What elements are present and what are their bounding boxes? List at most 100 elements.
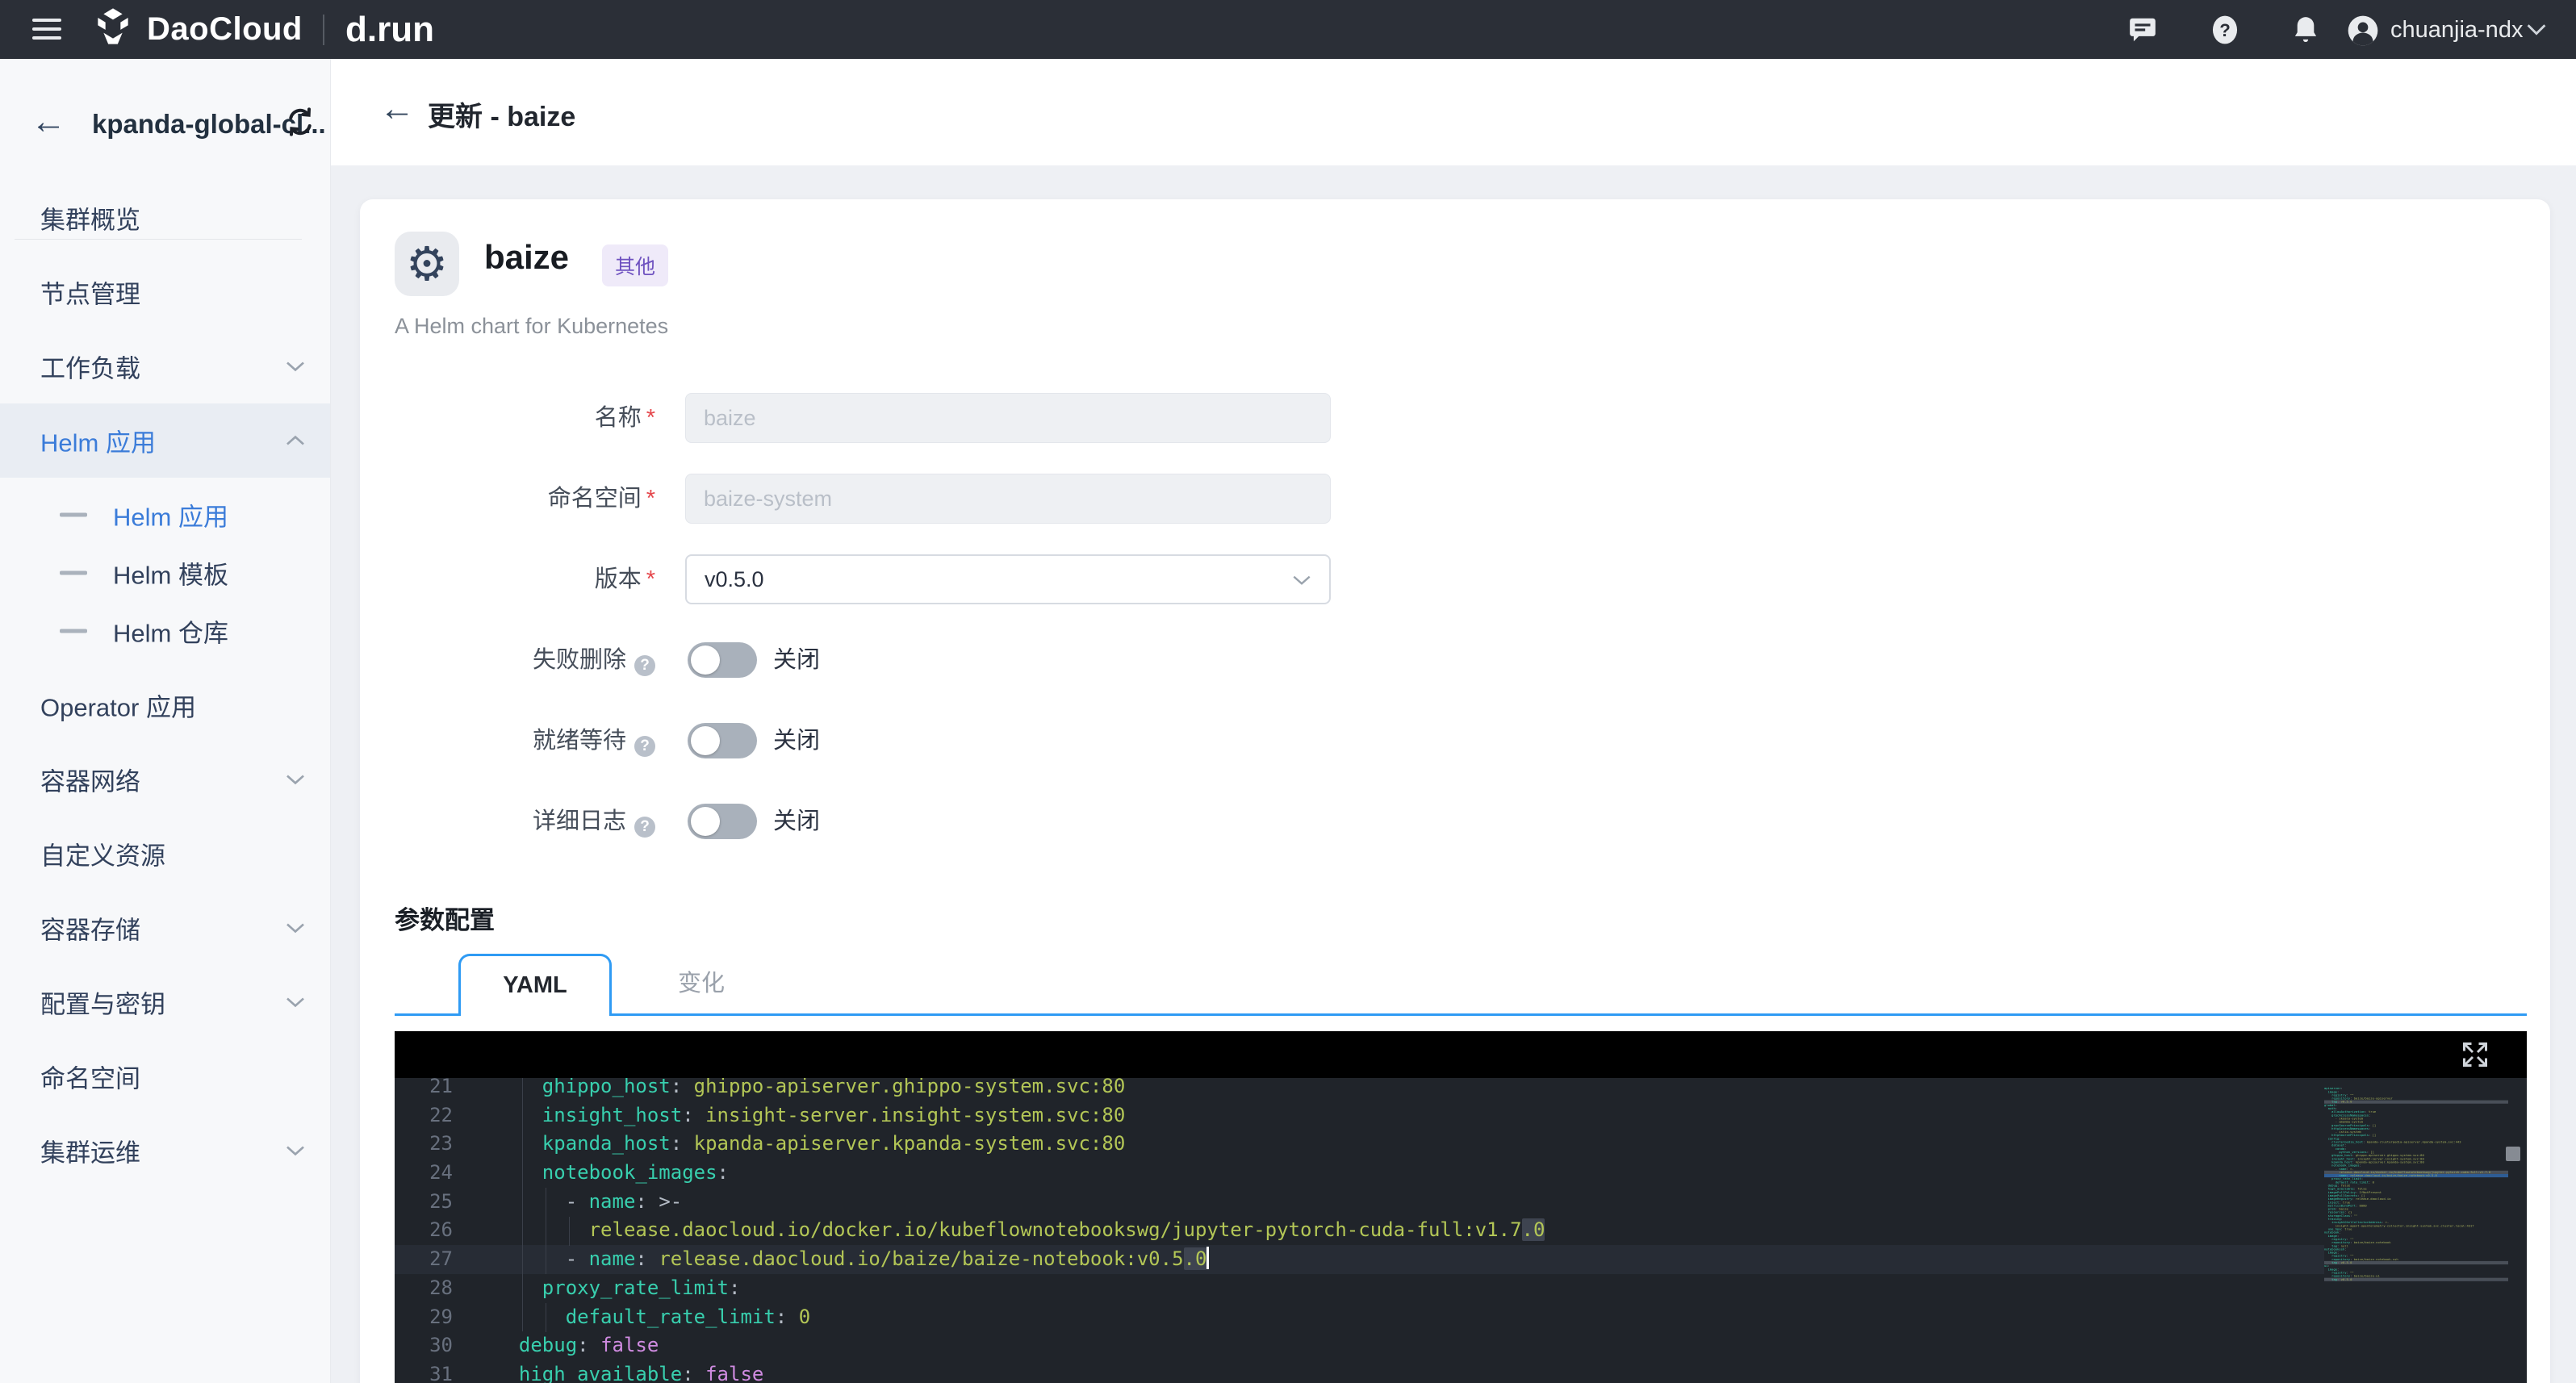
line-content: ghippo_host: ghippo-apiserver.ghippo-sys…	[496, 1078, 1125, 1101]
avatar-icon[interactable]	[2347, 15, 2377, 45]
code-line-27[interactable]: 27 - name: release.daocloud.io/baize/bai…	[395, 1245, 2324, 1274]
fail-delete-toggle[interactable]	[688, 642, 757, 678]
line-number: 31	[395, 1360, 453, 1383]
tab-yaml[interactable]: YAML	[458, 954, 612, 1016]
sidebar-item-label: 配置与密钥	[40, 984, 165, 1021]
ready-wait-toggle[interactable]	[688, 723, 757, 758]
help-icon[interactable]: ?	[2210, 15, 2240, 45]
namespace-label: 命名空间*	[389, 474, 655, 524]
line-number: 22	[395, 1101, 453, 1130]
code-line-23[interactable]: 23 kpanda_host: kpanda-apiserver.kpanda-…	[395, 1130, 2527, 1159]
tab-changes[interactable]: 变化	[633, 955, 770, 1012]
required-mark: *	[646, 566, 655, 592]
app-root: DaoCloud d.run ? chuanjia-ndx ← kpanda-g…	[0, 0, 2576, 1383]
line-content: debug: false	[496, 1331, 659, 1360]
sidebar-item-label: 容器存储	[40, 910, 140, 946]
version-select-value: v0.5.0	[705, 567, 764, 591]
version-label: 版本*	[389, 554, 655, 604]
daocloud-logo-icon	[90, 6, 136, 52]
sidebar-item-命名空间[interactable]: 命名空间	[0, 1039, 330, 1114]
ready-wait-label: 就绪等待?	[389, 723, 655, 758]
verbose-log-toggle[interactable]	[688, 804, 757, 839]
switch-cluster-icon[interactable]	[284, 106, 316, 138]
sidebar-subitem-Helm 应用[interactable]: Helm 应用	[0, 486, 330, 544]
sidebar-item-label: 自定义资源	[40, 836, 165, 872]
help-icon[interactable]: ?	[634, 817, 655, 838]
sidebar-item-label: 集群运维	[40, 1133, 140, 1169]
category-badge: 其他	[602, 244, 668, 286]
sidebar-subitem-label: Helm 模板	[113, 555, 228, 591]
name-input[interactable]	[685, 393, 1331, 443]
sidebar-item-Helm 应用[interactable]: Helm 应用	[0, 403, 330, 478]
help-icon[interactable]: ?	[634, 655, 655, 676]
sidebar-item-label: 工作负载	[40, 349, 140, 385]
code-line-25[interactable]: 25 - name: >-	[395, 1188, 2527, 1217]
line-number: 29	[395, 1303, 453, 1332]
bell-icon[interactable]	[2290, 15, 2321, 45]
sidebar-subitem-label: Helm 仓库	[113, 613, 228, 650]
code-line-21[interactable]: 21 ghippo_host: ghippo-apiserver.ghippo-…	[395, 1078, 2527, 1101]
code-line-28[interactable]: 28 proxy_rate_limit:	[395, 1274, 2527, 1303]
editor-minimap[interactable]: apiserver: image: registry: "" repositor…	[2324, 1087, 2508, 1383]
line-content: default_rate_limit: 0	[496, 1303, 810, 1332]
chevron-down-icon	[1290, 569, 1313, 591]
code-lines: 21 ghippo_host: ghippo-apiserver.ghippo-…	[395, 1078, 2527, 1383]
verbose-log-state: 关闭	[773, 804, 820, 839]
user-chevron-down-icon[interactable]	[2524, 21, 2555, 52]
page-header: ← 更新 - baize	[331, 59, 2576, 165]
editor-scrollbar-thumb[interactable]	[2506, 1147, 2520, 1161]
top-navbar: DaoCloud d.run ? chuanjia-ndx	[0, 0, 2576, 59]
code-line-30[interactable]: 30 debug: false	[395, 1331, 2527, 1360]
sidebar-subitem-Helm 仓库[interactable]: Helm 仓库	[0, 602, 330, 660]
text-cursor	[1206, 1247, 1209, 1269]
sidebar-item-label: 命名空间	[40, 1059, 140, 1095]
sidebar-item-容器网络[interactable]: 容器网络	[0, 742, 330, 817]
line-number: 30	[395, 1331, 453, 1360]
code-area[interactable]: 21 ghippo_host: ghippo-apiserver.ghippo-…	[395, 1078, 2527, 1383]
sidebar-item-配置与密钥[interactable]: 配置与密钥	[0, 965, 330, 1039]
app-name: baize	[484, 238, 569, 277]
code-line-24[interactable]: 24 notebook_images:	[395, 1159, 2527, 1188]
sidebar-item-Operator 应用[interactable]: Operator 应用	[0, 668, 330, 742]
sidebar-item-节点管理[interactable]: 节点管理	[0, 255, 330, 329]
username-label[interactable]: chuanjia-ndx	[2390, 17, 2523, 44]
yaml-editor[interactable]: 21 ghippo_host: ghippo-apiserver.ghippo-…	[395, 1031, 2527, 1383]
sidebar-item-自定义资源[interactable]: 自定义资源	[0, 817, 330, 891]
sidebar-item-集群运维[interactable]: 集群运维	[0, 1114, 330, 1188]
params-section-title: 参数配置	[395, 900, 495, 936]
update-form-card: ⚙ baize 其他 A Helm chart for Kubernetes 名…	[360, 199, 2550, 1383]
required-mark: *	[646, 405, 655, 431]
version-select[interactable]: v0.5.0	[685, 554, 1331, 604]
subitem-dash-icon	[60, 629, 87, 633]
sidebar-item-集群概览[interactable]: 集群概览	[0, 181, 330, 255]
tabs-underline	[395, 1013, 2527, 1016]
namespace-input[interactable]	[685, 474, 1331, 524]
sidebar-back-arrow-icon[interactable]: ←	[31, 104, 66, 140]
sidebar: ← kpanda-global-cl... 集群概览节点管理工作负载Helm 应…	[0, 59, 331, 1383]
sidebar-subitem-Helm 模板[interactable]: Helm 模板	[0, 544, 330, 602]
line-content: high_available: false	[496, 1360, 763, 1383]
code-line-22[interactable]: 22 insight_host: insight-server.insight-…	[395, 1101, 2527, 1130]
page-back-arrow-icon[interactable]: ←	[379, 90, 415, 128]
page-title: 更新 - baize	[428, 94, 575, 134]
hamburger-menu-icon[interactable]	[32, 17, 61, 41]
line-number: 25	[395, 1188, 453, 1217]
sidebar-subitem-label: Helm 应用	[113, 497, 228, 533]
sidebar-item-容器存储[interactable]: 容器存储	[0, 891, 330, 965]
sidebar-item-label: Helm 应用	[40, 423, 156, 459]
line-content: - name: release.daocloud.io/baize/baize-…	[496, 1245, 1209, 1274]
indent-guide	[522, 1078, 523, 1331]
help-icon[interactable]: ?	[634, 736, 655, 757]
code-line-29[interactable]: 29 default_rate_limit: 0	[395, 1303, 2527, 1332]
chevron-up-icon	[283, 432, 307, 449]
verbose-log-label: 详细日志?	[389, 804, 655, 839]
fail-delete-label: 失败删除?	[389, 642, 655, 678]
chat-icon[interactable]	[2127, 15, 2158, 45]
code-line-31[interactable]: 31 high_available: false	[395, 1360, 2527, 1383]
sidebar-item-label: 容器网络	[40, 762, 140, 798]
line-number: 26	[395, 1216, 453, 1245]
code-line-26[interactable]: 26 release.daocloud.io/docker.io/kubeflo…	[395, 1216, 2527, 1245]
sidebar-item-工作负载[interactable]: 工作负载	[0, 329, 330, 403]
chevron-down-icon	[283, 358, 307, 374]
fullscreen-icon[interactable]	[2461, 1040, 2490, 1069]
